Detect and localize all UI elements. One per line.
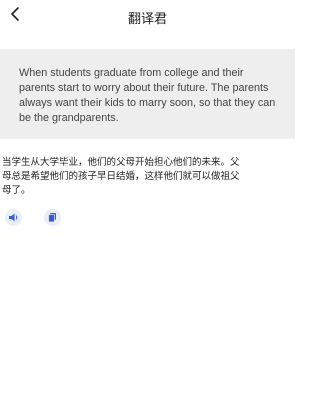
speak-button[interactable]	[5, 209, 22, 226]
speaker-icon	[8, 208, 19, 227]
copy-button[interactable]	[44, 209, 61, 226]
source-text-card: When students graduate from college and …	[0, 49, 295, 139]
top-bar: 翻译君	[0, 0, 295, 34]
source-text: When students graduate from college and …	[19, 67, 276, 124]
copy-icon	[47, 208, 58, 227]
translation-text: 当学生从大学毕业，他们的父母开始担心他们的未来。父母总是希望他们的孩子早日结婚，…	[2, 157, 240, 196]
page-title: 翻译君	[127, 12, 167, 27]
